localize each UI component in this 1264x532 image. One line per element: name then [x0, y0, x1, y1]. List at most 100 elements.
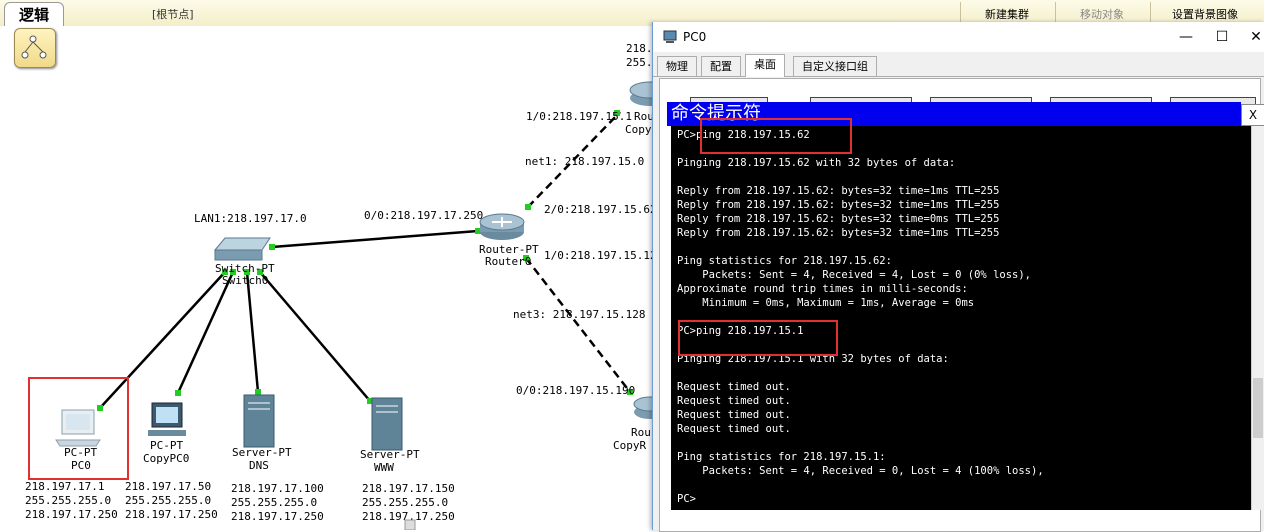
console-line: Ping statistics for 218.197.15.1:: [677, 451, 886, 463]
pc0-gateway: 218.197.17.250: [25, 508, 118, 521]
dns-mask: 255.255.255.0: [231, 496, 317, 509]
root-node-label[interactable]: [根节点]: [152, 6, 194, 22]
ping-command-highlight-2: [678, 320, 838, 356]
command-prompt-console[interactable]: PC>ping 218.197.15.62 Pinging 218.197.15.…: [671, 126, 1251, 510]
www-type: Server-PT: [360, 448, 420, 461]
router-top-interface-label: 1/0:218.197.15.1: [526, 110, 632, 123]
window-titlebar[interactable]: PC0 — ☐ ✕: [653, 22, 1264, 52]
console-line: Reply from 218.197.15.62: bytes=32 time=…: [677, 185, 1000, 197]
router-top-type-partial: Rou: [634, 110, 652, 123]
router-top-name-partial: Copy: [625, 123, 652, 136]
pc0-mask: 255.255.255.0: [25, 494, 111, 507]
link-switch-www: [259, 271, 371, 402]
pc0-name: PC0: [71, 459, 91, 472]
console-line: Packets: Sent = 4, Received = 4, Lost = …: [677, 269, 1032, 281]
ping-command-highlight-1: [700, 118, 852, 154]
new-cluster-button[interactable]: 新建集群: [985, 6, 1029, 22]
dns-gateway: 218.197.17.250: [231, 510, 324, 523]
logical-workspace[interactable]: Router-PT Router0 Switch-PT Switch0 218.…: [0, 26, 652, 530]
close-button[interactable]: ✕: [1241, 26, 1264, 48]
tab-config[interactable]: 配置: [701, 56, 741, 76]
console-line: Request timed out.: [677, 409, 791, 421]
copypc0-gateway: 218.197.17.250: [125, 508, 218, 521]
dns-type: Server-PT: [232, 446, 292, 459]
dns-ip: 218.197.17.100: [231, 482, 324, 495]
router-bottom-name-partial: CopyR: [613, 439, 646, 452]
window-tabs: 物理 配置 桌面 自定义接口组: [653, 54, 1264, 77]
copypc0-icon: [148, 402, 186, 436]
scroll-grip: [404, 519, 416, 530]
link-switch-copypc0: [176, 271, 235, 394]
net1-label: net1: 218.197.15.0: [525, 155, 644, 168]
toolbar-divider: [1150, 2, 1151, 24]
www-mask: 255.255.255.0: [362, 496, 448, 509]
copypc0-ip: 218.197.17.50: [125, 480, 211, 493]
net3-label: net3: 218.197.15.128: [513, 308, 645, 321]
copypc0-name: CopyPC0: [143, 452, 189, 465]
minimize-button[interactable]: —: [1171, 26, 1201, 48]
toolbar-divider: [960, 2, 961, 24]
set-background-button[interactable]: 设置背景图像: [1172, 6, 1238, 22]
router-bottom-partial-icon: [633, 396, 652, 419]
copypc0-mask: 255.255.255.0: [125, 494, 211, 507]
link-switch-dns: [245, 271, 260, 393]
www-server-icon: [371, 397, 403, 451]
console-line: Request timed out.: [677, 381, 791, 393]
console-line: Request timed out.: [677, 395, 791, 407]
router-top-partial-icon: [629, 81, 652, 106]
link-router0-bottom: [525, 257, 631, 393]
dns-server-icon: [243, 394, 275, 448]
link-switch-pc0: [99, 271, 226, 409]
console-line: PC>: [677, 493, 696, 505]
console-line: Request timed out.: [677, 423, 791, 435]
copypc0-type: PC-PT: [150, 439, 183, 452]
topology-canvas: Router-PT Router0 Switch-PT Switch0 218.…: [25, 42, 652, 530]
router-bottom-type-partial: Rou: [631, 426, 651, 439]
pc-app-icon: [663, 30, 677, 43]
console-scrollbar[interactable]: [1251, 126, 1264, 510]
switch0-icon: [213, 237, 271, 261]
logic-tab[interactable]: 逻辑: [4, 2, 64, 26]
maximize-button[interactable]: ☐: [1207, 26, 1237, 48]
router0-interface-0-label: 0/0:218.197.17.250: [364, 209, 483, 222]
pc0-ip: 218.197.17.1: [25, 480, 104, 493]
console-line: Approximate round trip times in milli-se…: [677, 283, 968, 295]
command-prompt-close-button[interactable]: X: [1241, 104, 1264, 126]
router0-icon: [479, 213, 525, 240]
router0-name: Router0: [485, 255, 531, 268]
console-line: Pinging 218.197.15.62 with 32 bytes of d…: [677, 157, 956, 169]
www-name: WWW: [374, 461, 394, 474]
scrollbar-thumb[interactable]: [1253, 378, 1263, 438]
navigation-panel-icon[interactable]: [14, 28, 56, 68]
pc0-icon: [55, 409, 101, 447]
pc0-window: PC0 — ☐ ✕ 物理 配置 桌面 自定义接口组 命令提示符 X PC>pin…: [652, 22, 1264, 532]
window-title: PC0: [683, 30, 707, 44]
router-bottom-interface-label: 0/0:218.197.15.190: [516, 384, 635, 397]
console-line: Reply from 218.197.15.62: bytes=32 time=…: [677, 227, 1000, 239]
console-line: Minimum = 0ms, Maximum = 1ms, Average = …: [677, 297, 975, 309]
lan1-label: LAN1:218.197.17.0: [194, 212, 307, 225]
link-switch-router0: [271, 229, 479, 249]
tab-desktop[interactable]: 桌面: [745, 54, 785, 77]
router0-interface-1-label: 1/0:218.197.15.129: [544, 249, 652, 262]
console-line: Ping statistics for 218.197.15.62:: [677, 255, 892, 267]
tab-physical[interactable]: 物理: [657, 56, 697, 76]
tab-custom-interface[interactable]: 自定义接口组: [793, 56, 877, 76]
move-object-button[interactable]: 移动对象: [1080, 6, 1124, 22]
router-top-mask-partial: 255.2: [626, 56, 652, 69]
toolbar-divider: [1055, 2, 1056, 24]
console-line: Packets: Sent = 4, Received = 0, Lost = …: [677, 465, 1044, 477]
router0-interface-2-label: 2/0:218.197.15.62: [544, 203, 652, 216]
dns-name: DNS: [249, 459, 269, 472]
switch0-name: Switch0: [222, 274, 268, 287]
console-line: Reply from 218.197.15.62: bytes=32 time=…: [677, 213, 1000, 225]
pc0-type: PC-PT: [64, 446, 97, 459]
console-line: Reply from 218.197.15.62: bytes=32 time=…: [677, 199, 1000, 211]
www-ip: 218.197.17.150: [362, 482, 455, 495]
router-top-ip-partial: 218.: [626, 42, 652, 55]
